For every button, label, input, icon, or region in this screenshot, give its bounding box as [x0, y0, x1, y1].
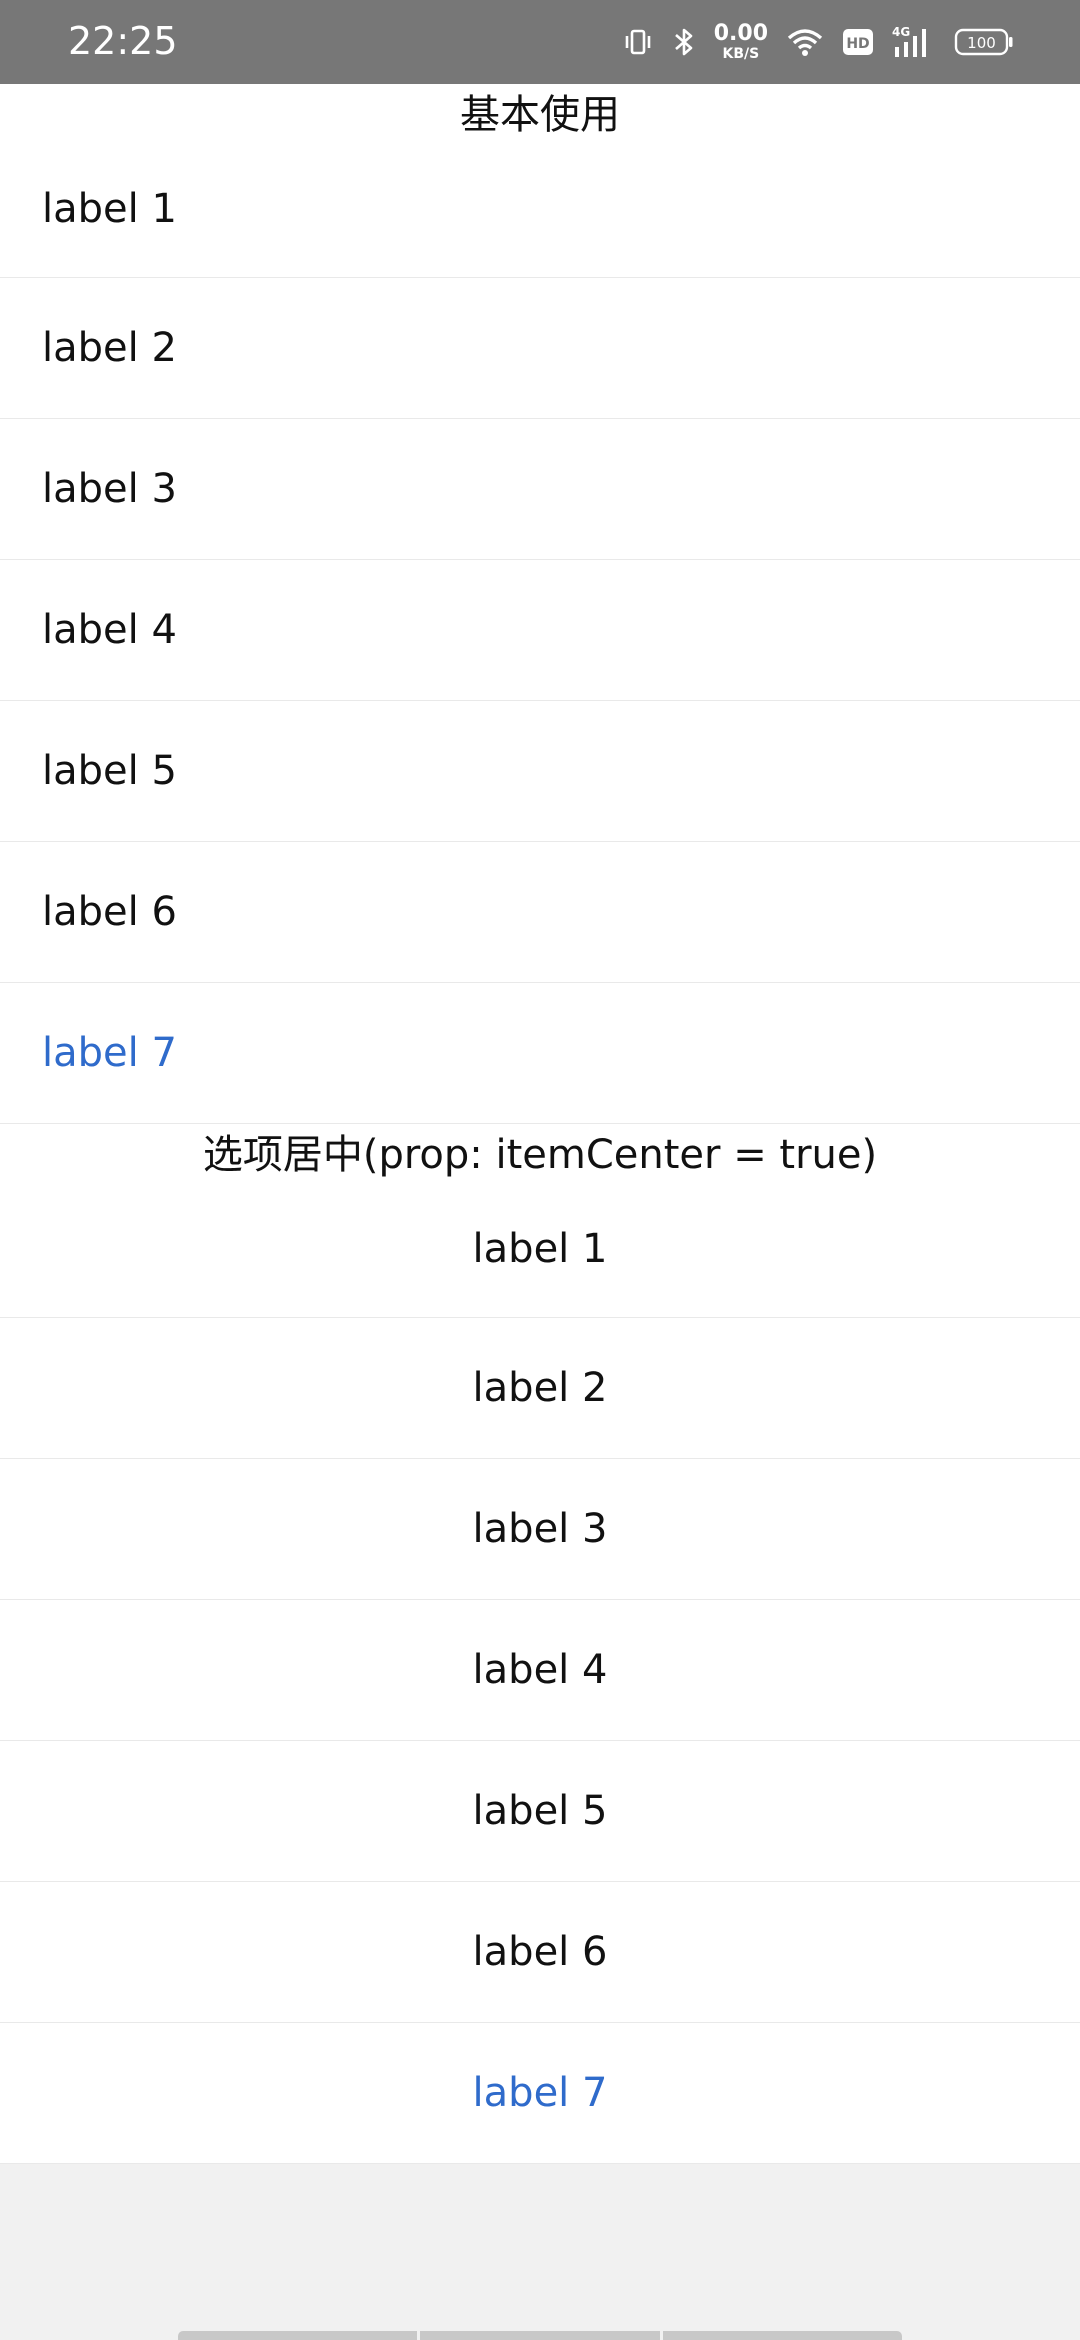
network-type-label: 4G — [892, 25, 910, 39]
list-item[interactable]: label 2 — [0, 278, 1080, 419]
cellular-signal-icon: 4G — [892, 25, 936, 59]
net-speed-indicator: 0.00 KB/S — [713, 21, 768, 62]
list-basic: label 1 label 2 label 3 label 4 label 5 … — [0, 141, 1080, 1124]
battery-icon: 100 — [954, 26, 1014, 58]
list-item[interactable]: label 5 — [0, 1741, 1080, 1882]
battery-level: 100 — [967, 34, 996, 52]
status-icons: 0.00 KB/S HD 4G 100 — [622, 20, 1014, 64]
nav-handle-segment — [420, 2331, 663, 2340]
list-item[interactable]: label 2 — [0, 1318, 1080, 1459]
list-item[interactable]: label 5 — [0, 701, 1080, 842]
list-item[interactable]: label 3 — [0, 419, 1080, 560]
wifi-icon — [786, 26, 824, 58]
bottom-empty-area — [0, 2172, 1080, 2340]
list-item-active[interactable]: label 7 — [0, 983, 1080, 1124]
nav-handle-segment — [178, 2331, 421, 2340]
status-time: 22:25 — [68, 19, 178, 63]
net-speed-value: 0.00 — [713, 21, 768, 46]
list-item[interactable]: label 6 — [0, 1882, 1080, 2023]
bluetooth-icon — [672, 26, 696, 58]
hd-label: HD — [846, 36, 869, 52]
list-item[interactable]: label 1 — [0, 141, 1080, 278]
list-item-active[interactable]: label 7 — [0, 2023, 1080, 2164]
status-bar: 22:25 0.00 KB/S HD 4G 100 — [0, 0, 1080, 84]
list-item[interactable]: label 4 — [0, 1600, 1080, 1741]
net-speed-unit: KB/S — [722, 46, 760, 62]
vibrate-icon — [622, 26, 654, 58]
list-item[interactable]: label 1 — [0, 1181, 1080, 1318]
hd-icon: HD — [842, 26, 874, 58]
list-centered: label 1 label 2 label 3 label 4 label 5 … — [0, 1181, 1080, 2164]
section-title-basic: 基本使用 — [460, 92, 620, 138]
list-item[interactable]: label 6 — [0, 842, 1080, 983]
page-content: 基本使用 label 1 label 2 label 3 label 4 lab… — [0, 84, 1080, 2164]
nav-handle-segment — [663, 2331, 902, 2340]
navigation-gesture-bar[interactable] — [178, 2331, 902, 2340]
list-item[interactable]: label 3 — [0, 1459, 1080, 1600]
list-item[interactable]: label 4 — [0, 560, 1080, 701]
section-title-centered: 选项居中(prop: itemCenter = true) — [202, 1132, 878, 1178]
